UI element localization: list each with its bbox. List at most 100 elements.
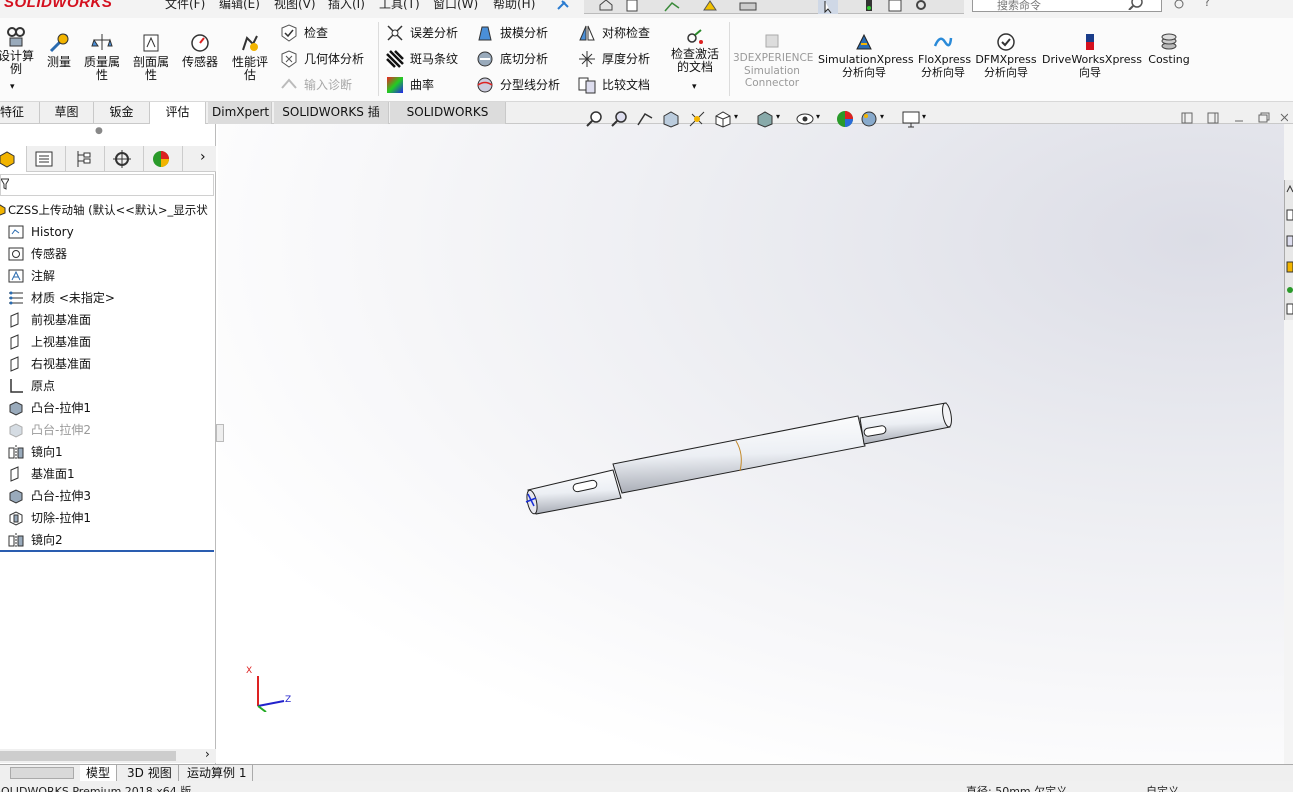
check-button[interactable]: 检查 — [280, 23, 328, 43]
dfmxpress-wizard-button[interactable]: DFMXpress 分析向导 — [974, 32, 1038, 79]
tab-features[interactable]: 特征 — [0, 102, 40, 124]
rebuild-icon[interactable] — [702, 0, 718, 12]
menu-window[interactable]: 窗口(W) — [433, 0, 478, 12]
mass-properties-button[interactable]: 质量属性 — [80, 32, 124, 82]
deviation-analysis-button[interactable]: 误差分析 — [386, 23, 458, 43]
feature-manager-tab[interactable] — [0, 146, 27, 172]
symmetry-check-button[interactable]: 对称检查 — [578, 23, 650, 43]
print-icon[interactable] — [739, 0, 757, 12]
floxpress-wizard-button[interactable]: FloXpress 分析向导 — [915, 32, 971, 79]
hide-show-items-icon[interactable] — [796, 110, 814, 128]
pin-icon[interactable] — [556, 0, 570, 10]
chevron-down-icon[interactable]: ▾ — [880, 112, 884, 121]
dimxpert-manager-tab[interactable] — [105, 146, 144, 172]
property-manager-tab[interactable] — [27, 146, 66, 172]
chevron-down-icon[interactable]: ▾ — [734, 112, 738, 121]
geometry-analysis-button[interactable]: 几何体分析 — [280, 49, 364, 69]
menu-file[interactable]: 文件(F) — [165, 0, 205, 12]
shaft-3d-model[interactable] — [518, 394, 958, 524]
dfmxpress-icon — [997, 33, 1015, 51]
tab-scroll-arrows[interactable] — [10, 767, 74, 779]
select-icon[interactable] — [818, 0, 838, 14]
edit-appearance-icon[interactable] — [836, 110, 854, 128]
previous-view-icon[interactable] — [636, 110, 654, 128]
3dexperience-simulation-connector-button[interactable]: 3DEXPERIENCE Simulation Connector — [732, 32, 813, 90]
view-orientation-icon[interactable] — [714, 110, 732, 128]
tab-evaluate[interactable]: 评估 — [150, 102, 206, 124]
maximize-icon[interactable] — [1258, 112, 1270, 124]
restore-right-icon[interactable] — [1207, 112, 1219, 124]
new-document-icon[interactable] — [626, 0, 638, 12]
help-icon[interactable]: ? — [1204, 0, 1210, 9]
menu-tools[interactable]: 工具(T) — [379, 0, 420, 12]
section-view-icon[interactable] — [662, 110, 680, 128]
search-icon[interactable] — [1128, 0, 1144, 10]
task-pane-tab-strip[interactable] — [1284, 180, 1293, 320]
graphics-area[interactable]: ▾ ▾ ▾ ▾ ▾ X Z — [218, 111, 1288, 764]
sketch-icon[interactable] — [664, 0, 680, 12]
file-properties-icon[interactable] — [888, 0, 902, 12]
undercut-analysis-button[interactable]: 底切分析 — [476, 49, 548, 69]
panel-grip-icon[interactable]: ● — [95, 126, 103, 136]
home-icon[interactable] — [598, 0, 614, 12]
sensor-button[interactable]: 传感器 — [178, 32, 222, 69]
costing-button[interactable]: Costing — [1146, 32, 1192, 67]
tab-sheet-metal[interactable]: 钣金 — [94, 102, 150, 124]
tree-item-label: 传感器 — [31, 247, 68, 261]
simulationxpress-wizard-button[interactable]: SimulationXpress 分析向导 — [818, 32, 914, 79]
tab-motion-study-1[interactable]: 运动算例 1 — [181, 765, 254, 781]
check-active-document-button[interactable]: 检查激活的文档 — [666, 28, 724, 74]
driveworksxpress-wizard-button[interactable]: DriveWorksXpress 向导 — [1042, 32, 1142, 79]
display-style-icon[interactable] — [756, 110, 774, 128]
apply-scene-icon[interactable] — [860, 110, 878, 128]
scroll-right-icon[interactable]: › — [205, 747, 210, 761]
menu-edit[interactable]: 编辑(E) — [219, 0, 260, 12]
rollback-bar[interactable] — [0, 550, 214, 552]
measure-button[interactable]: 测量 — [42, 32, 76, 69]
menu-help[interactable]: 帮助(H) — [493, 0, 535, 12]
chevron-down-icon[interactable]: ▾ — [10, 82, 15, 92]
traffic-light-icon[interactable] — [864, 0, 874, 12]
chevron-down-icon[interactable]: ▾ — [776, 112, 780, 121]
tab-sketch[interactable]: 草图 — [40, 102, 94, 124]
import-diagnostics-button[interactable]: 输入诊断 — [280, 75, 352, 95]
chevron-down-icon[interactable]: ▾ — [922, 112, 926, 121]
plane-icon — [10, 356, 19, 372]
view-settings-icon[interactable] — [902, 110, 920, 128]
zoom-to-fit-icon[interactable] — [586, 110, 604, 128]
minimize-icon[interactable] — [1233, 112, 1245, 124]
scrollbar-thumb[interactable] — [0, 751, 176, 761]
curvature-button[interactable]: 曲率 — [386, 75, 434, 95]
close-icon[interactable] — [1280, 112, 1288, 124]
configuration-manager-tab[interactable] — [66, 146, 105, 172]
tab-dimxpert[interactable]: DimXpert — [208, 102, 272, 124]
tab-solidworks-mbd[interactable]: SOLIDWORKS MBD — [390, 102, 506, 140]
thickness-analysis-button[interactable]: 厚度分析 — [578, 49, 650, 69]
draft-analysis-button[interactable]: 拔模分析 — [476, 23, 548, 43]
compare-documents-button[interactable]: 比较文档 — [578, 75, 650, 95]
options-gear-icon[interactable] — [914, 0, 928, 12]
tab-model[interactable]: 模型 — [80, 765, 118, 781]
section-properties-button[interactable]: 剖面属性 — [130, 32, 172, 82]
zebra-stripes-button[interactable]: 斑马条纹 — [386, 49, 458, 69]
dynamic-annotation-icon[interactable] — [688, 110, 706, 128]
chevron-down-icon[interactable]: ▾ — [692, 82, 697, 92]
status-units-selector[interactable]: 自定义 — [1146, 783, 1179, 792]
restore-left-icon[interactable] — [1181, 112, 1193, 124]
menu-view[interactable]: 视图(V) — [274, 0, 316, 12]
panel-collapse-handle[interactable] — [216, 424, 224, 442]
symmetry-check-icon — [579, 25, 595, 41]
tab-3d-view[interactable]: 3D 视图 — [121, 765, 179, 781]
performance-evaluation-button[interactable]: 性能评估 — [228, 32, 272, 82]
menu-insert[interactable]: 插入(I) — [328, 0, 365, 12]
design-study-button[interactable]: 设计算例 — [0, 26, 36, 76]
parting-line-analysis-button[interactable]: 分型线分析 — [476, 75, 560, 95]
zoom-to-area-icon[interactable] — [611, 110, 629, 128]
horizontal-scrollbar[interactable]: › — [0, 747, 216, 763]
tree-filter-input[interactable] — [0, 174, 214, 196]
chevron-down-icon[interactable]: ▾ — [816, 112, 820, 121]
user-icon[interactable] — [1172, 0, 1186, 10]
chevron-right-icon[interactable]: › — [200, 149, 206, 165]
display-manager-tab[interactable] — [144, 146, 183, 172]
tab-solidworks-addins[interactable]: SOLIDWORKS 插件 — [274, 102, 389, 140]
